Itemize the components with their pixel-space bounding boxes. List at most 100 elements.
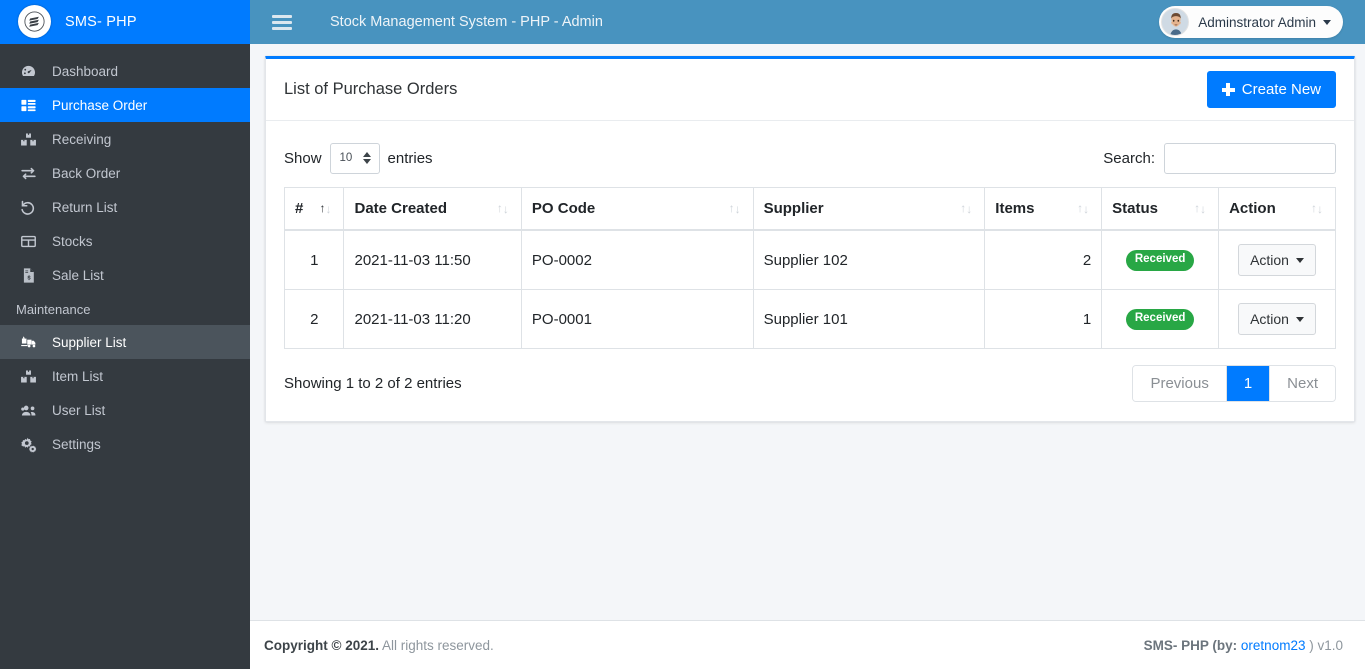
column-label: Items xyxy=(995,200,1035,217)
row-action-dropdown[interactable]: Action xyxy=(1238,303,1316,335)
content-area: List of Purchase Orders Create New Show … xyxy=(250,44,1365,620)
sidebar-item-label: User List xyxy=(52,402,106,418)
sidebar-item-back-order[interactable]: Back Order xyxy=(0,156,250,190)
entries-label: entries xyxy=(387,149,433,167)
sidebar-item-label: Dashboard xyxy=(52,63,119,79)
cell-supplier: Supplier 102 xyxy=(752,229,986,290)
table-blocks-icon xyxy=(20,97,46,114)
sidebar-item-stocks[interactable]: Stocks xyxy=(0,224,250,258)
users-icon xyxy=(20,402,46,419)
caret-down-icon xyxy=(1295,257,1304,263)
pagination-next[interactable]: Next xyxy=(1270,365,1335,401)
page-length-control: Show 10 entries xyxy=(284,142,433,174)
column-header-items[interactable]: Items ↑ ↓ xyxy=(984,187,1103,231)
table-head: # ↑ ↓ Date Created ↑ ↓ PO Code ↑ ↓ Suppl… xyxy=(283,187,1336,231)
sidebar-item-receiving[interactable]: Receiving xyxy=(0,122,250,156)
sidebar-item-user-list[interactable]: User List xyxy=(0,393,250,427)
sidebar-item-label: Receiving xyxy=(52,131,112,147)
row-action-label: Action xyxy=(1250,252,1289,268)
card-body: Show 10 entries Search: # ↑ ↓ Date Creat… xyxy=(266,121,1354,421)
column-label: Status xyxy=(1112,200,1159,217)
footer-app-prefix: SMS- PHP (by: xyxy=(1143,637,1238,653)
page-length-select[interactable]: 10 xyxy=(329,142,380,174)
table-header-row: # ↑ ↓ Date Created ↑ ↓ PO Code ↑ ↓ Suppl… xyxy=(283,187,1336,231)
cell-action: Action xyxy=(1218,229,1336,290)
sidebar-item-dashboard[interactable]: Dashboard xyxy=(0,54,250,88)
hamburger-icon[interactable] xyxy=(272,12,292,32)
footer-copyright-rest: All rights reserved. xyxy=(382,637,494,653)
sidebar-item-supplier-list[interactable]: Supplier List xyxy=(0,325,250,359)
search-input[interactable] xyxy=(1164,142,1336,174)
page-title: Stock Management System - PHP - Admin xyxy=(330,14,603,30)
sidebar-item-label: Settings xyxy=(52,436,101,452)
page-length-value: 10 xyxy=(339,152,353,164)
show-label: Show xyxy=(284,149,322,167)
sidebar-section-maintenance: Maintenance xyxy=(16,302,91,317)
search-label: Search: xyxy=(1103,149,1155,167)
sort-arrows-icon: ↑ ↓ xyxy=(1077,200,1090,216)
card-header: List of Purchase Orders Create New xyxy=(266,59,1354,121)
invoice-dollar-icon xyxy=(20,267,46,284)
stepper-arrows-icon xyxy=(362,152,371,164)
entries-info: Showing 1 to 2 of 2 entries xyxy=(284,374,462,392)
sort-arrows-icon: ↑ ↓ xyxy=(1311,200,1323,216)
cell-po-code: PO-0001 xyxy=(520,289,754,349)
column-header-supplier[interactable]: Supplier ↑ ↓ xyxy=(752,187,986,231)
sidebar-item-label: Sale List xyxy=(52,267,104,283)
boxes-icon xyxy=(20,131,46,148)
column-label: Supplier xyxy=(763,200,824,217)
table-row: 1 2021-11-03 11:50 PO-0002 Supplier 102 … xyxy=(283,229,1336,290)
grid-table-icon xyxy=(20,233,46,250)
boxes-icon xyxy=(20,368,46,385)
cell-number: 2 xyxy=(283,289,345,349)
column-label: # xyxy=(295,200,304,217)
dashboard-gauge-icon xyxy=(20,63,46,80)
column-header-action[interactable]: Action ↑ ↓ xyxy=(1218,187,1336,231)
cell-status: Received xyxy=(1101,289,1220,349)
footer-version: SMS- PHP (by: oretnom23 ) v1.0 xyxy=(1144,638,1343,653)
pagination-previous[interactable]: Previous xyxy=(1133,365,1227,401)
sidebar-item-label: Return List xyxy=(52,199,118,215)
column-header-status[interactable]: Status ↑ ↓ xyxy=(1101,187,1220,231)
sidebar-item-label: Supplier List xyxy=(52,334,127,350)
sidebar-item-settings[interactable]: Settings xyxy=(0,427,250,461)
column-header-po-code[interactable]: PO Code ↑ ↓ xyxy=(520,187,754,231)
brand-name: SMS- PHP xyxy=(65,13,137,30)
caret-down-icon xyxy=(1295,316,1304,322)
sidebar-item-label: Purchase Order xyxy=(52,97,148,113)
column-header-date-created[interactable]: Date Created ↑ ↓ xyxy=(343,187,522,231)
pagination-page-1[interactable]: 1 xyxy=(1226,365,1271,401)
user-name-label: Adminstrator Admin xyxy=(1198,14,1316,30)
cell-action: Action xyxy=(1218,289,1336,349)
row-action-dropdown[interactable]: Action xyxy=(1238,244,1316,276)
sidebar-item-sale-list[interactable]: Sale List xyxy=(0,258,250,292)
plus-icon xyxy=(1221,83,1235,96)
brand-link[interactable]: SMS- PHP xyxy=(0,0,250,44)
cell-status: Received xyxy=(1101,229,1220,290)
cell-supplier: Supplier 101 xyxy=(752,289,986,349)
exchange-arrows-icon xyxy=(20,165,46,182)
sidebar-item-return-list[interactable]: Return List xyxy=(0,190,250,224)
column-label: PO Code xyxy=(531,200,596,217)
create-new-button[interactable]: Create New xyxy=(1206,71,1336,108)
datatable-controls: Show 10 entries Search: xyxy=(284,137,1336,179)
sidebar-item-label: Stocks xyxy=(52,233,93,249)
footer-copyright-bold: Copyright © 2021. xyxy=(264,637,379,653)
cell-items: 1 xyxy=(984,289,1103,349)
sidebar-item-purchase-order[interactable]: Purchase Order xyxy=(0,88,250,122)
undo-arrow-icon xyxy=(20,199,46,216)
page-footer: Copyright © 2021. All rights reserved. S… xyxy=(250,620,1365,669)
sidebar-nav: Dashboard Purchase Order Receiving Back … xyxy=(0,44,250,461)
caret-down-icon xyxy=(1323,19,1331,25)
sidebar-item-item-list[interactable]: Item List xyxy=(0,359,250,393)
truck-loading-icon xyxy=(20,334,46,351)
user-menu-dropdown[interactable]: Adminstrator Admin xyxy=(1159,6,1343,38)
footer-version-suffix: ) v1.0 xyxy=(1309,637,1343,653)
sidebar-item-label: Item List xyxy=(52,368,104,384)
table-body: 1 2021-11-03 11:50 PO-0002 Supplier 102 … xyxy=(283,229,1336,349)
cell-items: 2 xyxy=(984,229,1103,290)
topbar: Stock Management System - PHP - Admin Ad… xyxy=(250,0,1365,44)
footer-author-link[interactable]: oretnom23 xyxy=(1241,638,1306,653)
sort-arrows-icon: ↑ ↓ xyxy=(960,200,973,216)
column-header-number[interactable]: # ↑ ↓ xyxy=(283,187,345,231)
